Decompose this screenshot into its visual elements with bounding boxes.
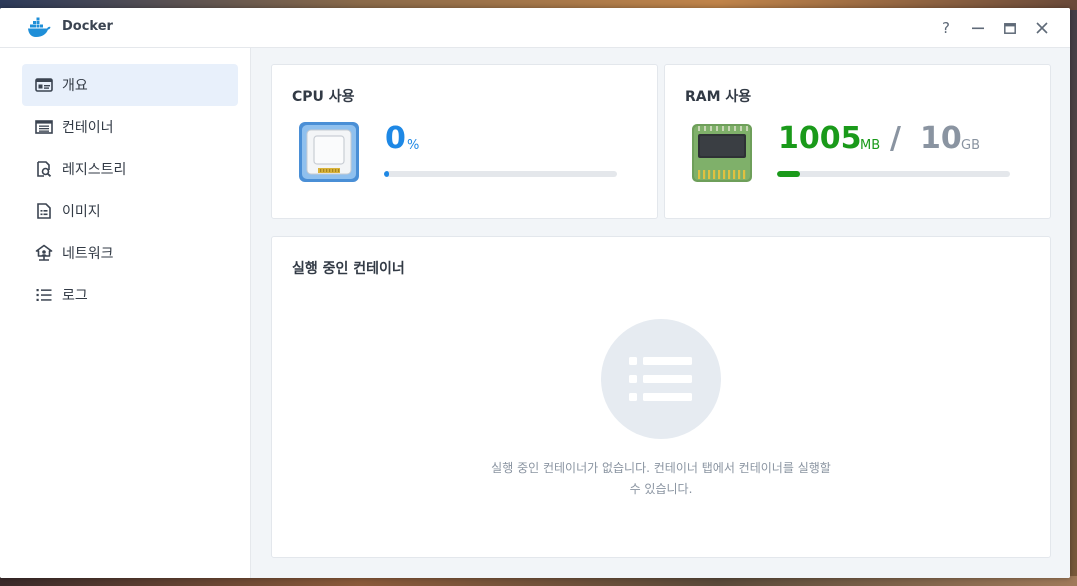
running-containers-title: 실행 중인 컨테이너 bbox=[292, 261, 405, 277]
running-containers-card: 실행 중인 컨테이너 실행 중인 컨테이너가 없습니다. 컨테이너 탭에서 컨테… bbox=[271, 236, 1051, 558]
container-icon bbox=[35, 118, 53, 136]
maximize-button[interactable] bbox=[999, 17, 1021, 39]
image-icon bbox=[35, 202, 53, 220]
close-button[interactable] bbox=[1031, 17, 1053, 39]
ram-total-unit: GB bbox=[961, 138, 980, 153]
cpu-chip-icon bbox=[298, 121, 360, 183]
log-icon bbox=[35, 286, 53, 304]
sidebar-item-image[interactable]: 이미지 bbox=[22, 190, 238, 232]
maximize-icon bbox=[1004, 22, 1016, 34]
ram-card-title: RAM 사용 bbox=[685, 89, 752, 105]
ram-used-value: 1005 bbox=[778, 121, 862, 156]
empty-state-message: 실행 중인 컨테이너가 없습니다. 컨테이너 탭에서 컨테이너를 실행할 수 있… bbox=[491, 461, 831, 496]
network-icon bbox=[35, 244, 53, 262]
cpu-usage-bar-fill bbox=[384, 171, 389, 177]
main-content: CPU 사용 0 % RAM 사용 1005 MB / 10 GB 실행 중인 … bbox=[251, 48, 1070, 578]
sidebar-item-overview[interactable]: 개요 bbox=[22, 64, 238, 106]
overview-icon bbox=[35, 76, 53, 94]
cpu-usage-bar bbox=[384, 171, 617, 177]
ram-usage-bar-fill bbox=[777, 171, 800, 177]
sidebar-item-container[interactable]: 컨테이너 bbox=[22, 106, 238, 148]
docker-whale-icon bbox=[27, 17, 51, 39]
registry-icon bbox=[35, 160, 53, 178]
sidebar-item-label: 개요 bbox=[62, 78, 88, 94]
sidebar-item-label: 레지스트리 bbox=[62, 162, 127, 178]
sidebar: 개요 컨테이너 레지스트리 이미지 네트워크 로그 bbox=[0, 48, 251, 578]
ram-usage-card: RAM 사용 1005 MB / 10 GB bbox=[664, 64, 1051, 219]
sidebar-item-label: 로그 bbox=[62, 288, 88, 304]
sidebar-item-registry[interactable]: 레지스트리 bbox=[22, 148, 238, 190]
cpu-card-title: CPU 사용 bbox=[292, 89, 355, 105]
cpu-usage-card: CPU 사용 0 % bbox=[271, 64, 658, 219]
ram-total-value: 10 bbox=[920, 121, 962, 156]
title-bar[interactable]: Docker ? bbox=[0, 8, 1070, 48]
cpu-usage-unit: % bbox=[407, 138, 420, 153]
docker-window: Docker ? 개요 컨테이너 레지스트리 이미지 네트워크 로그 CPU 사… bbox=[0, 8, 1070, 578]
empty-list-illustration bbox=[601, 319, 721, 439]
ram-used-unit: MB bbox=[860, 138, 881, 153]
sidebar-item-log[interactable]: 로그 bbox=[22, 274, 238, 316]
cpu-usage-value: 0 bbox=[385, 121, 406, 156]
minimize-icon bbox=[972, 27, 984, 30]
list-icon bbox=[629, 357, 692, 401]
ram-chip-icon bbox=[690, 122, 754, 184]
window-title: Docker bbox=[62, 19, 113, 34]
ram-separator: / bbox=[890, 121, 901, 156]
sidebar-item-label: 네트워크 bbox=[62, 246, 114, 262]
sidebar-item-label: 이미지 bbox=[62, 204, 101, 220]
help-button[interactable]: ? bbox=[935, 17, 957, 39]
sidebar-item-network[interactable]: 네트워크 bbox=[22, 232, 238, 274]
sidebar-item-label: 컨테이너 bbox=[62, 120, 114, 136]
ram-usage-bar bbox=[777, 171, 1010, 177]
minimize-button[interactable] bbox=[967, 17, 989, 39]
close-icon bbox=[1036, 22, 1048, 34]
